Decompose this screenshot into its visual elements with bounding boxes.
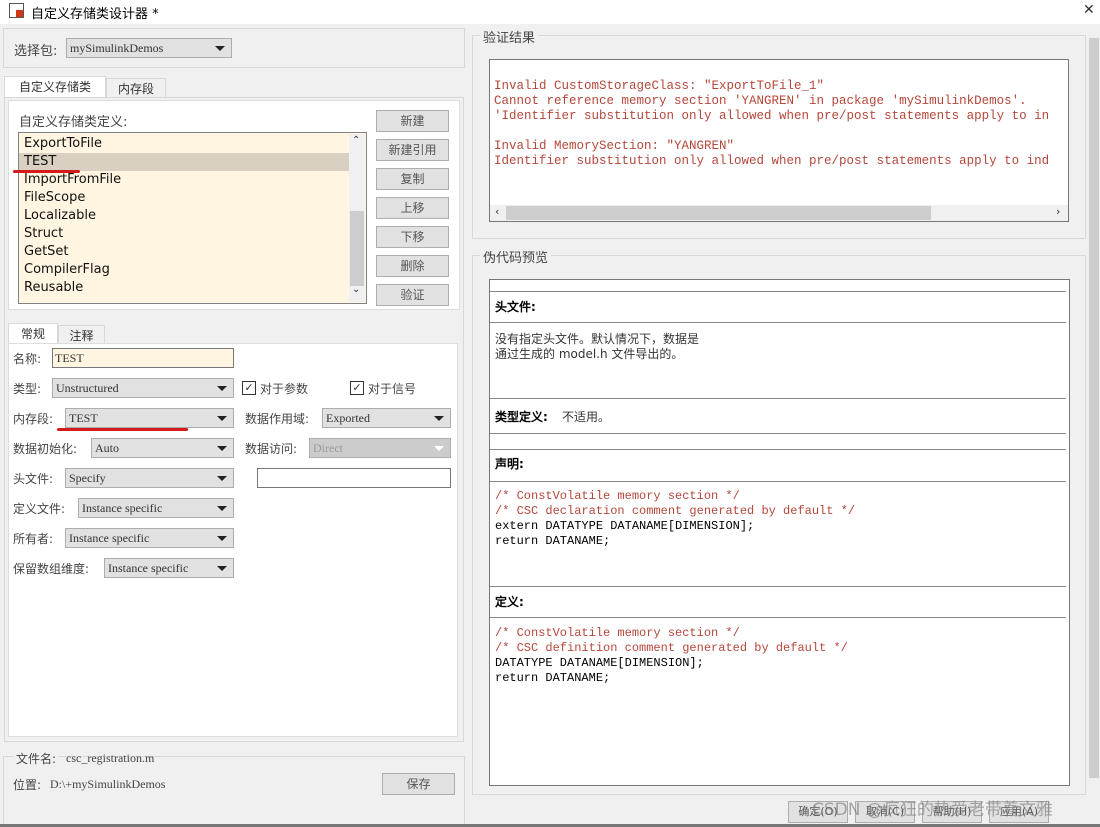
horizontal-scrollbar[interactable]: ‹ › [490, 205, 1068, 221]
typedef-section-title: 类型定义: [495, 410, 548, 424]
validation-line: Invalid CustomStorageClass: "ExportToFil… [494, 79, 825, 93]
csc-button-0[interactable]: 新建 [376, 110, 449, 132]
for-params-checkbox[interactable]: ✓ [242, 381, 256, 395]
header-select[interactable]: Specify [65, 468, 234, 488]
scope-label: 数据作用域: [245, 412, 310, 426]
list-item[interactable]: Struct [19, 225, 349, 243]
header-file-input[interactable] [257, 468, 451, 488]
for-params-label: 对于参数 [260, 382, 309, 396]
init-select[interactable]: Auto [91, 438, 234, 458]
chevron-right-icon[interactable]: › [1056, 205, 1060, 218]
deffile-label: 定义文件: [13, 502, 66, 516]
app-icon [9, 3, 24, 18]
for-signals-checkbox[interactable]: ✓ [350, 381, 364, 395]
validation-line: Identifier substitution only allowed whe… [494, 154, 1050, 168]
divider [490, 433, 1066, 434]
divider [490, 617, 1066, 618]
chevron-left-icon[interactable]: ‹ [495, 205, 499, 218]
annotation-underline [57, 428, 188, 431]
owner-label: 所有者: [13, 532, 54, 546]
scroll-thumb[interactable] [506, 206, 931, 220]
validation-title: 验证结果 [480, 27, 539, 46]
owner-select[interactable]: Instance specific [65, 528, 234, 548]
scroll-thumb[interactable] [1089, 38, 1099, 778]
save-button[interactable]: 保存 [382, 773, 455, 795]
location-label: 位置: [13, 778, 42, 792]
chevron-down-icon[interactable]: ⌄ [352, 284, 360, 295]
validation-line: Cannot reference memory section 'YANGREN… [494, 94, 1027, 108]
divider [490, 449, 1066, 450]
filename-label: 文件名: [14, 750, 59, 767]
tab-custom-storage-class[interactable]: 自定义存储类 [4, 76, 106, 98]
decl-code: extern DATATYPE DATANAME[DIMENSION]; ret… [495, 519, 755, 548]
list-item[interactable]: CompilerFlag [19, 261, 349, 279]
name-input[interactable]: TEST [52, 348, 234, 368]
divider [490, 586, 1066, 587]
scrollbar[interactable]: ⌃ ⌄ [349, 134, 365, 302]
dims-select[interactable]: Instance specific [104, 558, 234, 578]
location-value: D:\+mySimulinkDemos [50, 777, 166, 791]
list-item[interactable]: ExportToFile [19, 135, 349, 153]
typedef-section-text: 不适用。 [562, 410, 611, 424]
csc-button-6[interactable]: 验证 [376, 284, 449, 306]
name-label: 名称: [13, 352, 42, 366]
def-code: DATATYPE DATANAME[DIMENSION]; return DAT… [495, 656, 704, 685]
memsec-select[interactable]: TEST [65, 408, 234, 428]
csc-label: 自定义存储类定义: [19, 115, 128, 130]
csc-button-1[interactable]: 新建引用 [376, 139, 449, 161]
divider [490, 481, 1066, 482]
list-item[interactable]: Localizable [19, 207, 349, 225]
csc-button-2[interactable]: 复制 [376, 168, 449, 190]
header-section-text: 没有指定头文件。默认情况下，数据是 通过生成的 model.h 文件导出的。 [495, 332, 700, 361]
window-title: 自定义存储类设计器 * [31, 7, 159, 22]
divider [490, 291, 1066, 292]
title-bar: 自定义存储类设计器 * ✕ [0, 0, 1100, 24]
decl-comment: /* ConstVolatile memory section */ /* CS… [495, 489, 856, 518]
csc-button-5[interactable]: 删除 [376, 255, 449, 277]
for-signals-label: 对于信号 [368, 382, 417, 396]
def-comment: /* ConstVolatile memory section */ /* CS… [495, 626, 848, 655]
memsec-label: 内存段: [13, 412, 54, 426]
filename-value: csc_registration.m [66, 751, 155, 765]
type-select[interactable]: Unstructured [52, 378, 234, 398]
list-item[interactable]: Reusable [19, 279, 349, 297]
close-icon[interactable]: ✕ [1083, 2, 1095, 18]
dims-label: 保留数组维度: [13, 562, 90, 576]
validation-line: Invalid MemorySection: "YANGREN" [494, 139, 735, 153]
validation-output: Invalid CustomStorageClass: "ExportToFil… [489, 59, 1069, 222]
validation-line: 'Identifier substitution only allowed wh… [494, 109, 1050, 123]
access-select[interactable]: Direct [309, 438, 451, 458]
type-label: 类型: [13, 382, 42, 396]
header-label: 头文件: [13, 472, 54, 486]
divider [490, 398, 1066, 399]
scope-select[interactable]: Exported [322, 408, 451, 428]
tab-general[interactable]: 常规 [8, 323, 58, 345]
package-select[interactable]: mySimulinkDemos [66, 38, 232, 58]
list-item[interactable]: FileScope [19, 189, 349, 207]
validation-line [494, 124, 1049, 139]
list-item[interactable]: ImportFromFile [19, 171, 349, 189]
def-section-title: 定义: [495, 595, 524, 609]
watermark: CSDN @疯狂的热爱老带着文雅 [812, 800, 1053, 820]
divider [490, 322, 1066, 323]
access-label: 数据访问: [245, 442, 298, 456]
window-scrollbar[interactable] [1088, 24, 1100, 794]
deffile-select[interactable]: Instance specific [78, 498, 234, 518]
csc-button-3[interactable]: 上移 [376, 197, 449, 219]
header-section-title: 头文件: [495, 300, 536, 314]
list-item[interactable]: GetSet [19, 243, 349, 261]
decl-section-title: 声明: [495, 457, 524, 471]
package-label: 选择包: [14, 44, 58, 59]
preview-title: 伪代码预览 [480, 247, 552, 266]
list-item[interactable]: TEST [19, 153, 349, 171]
chevron-up-icon[interactable]: ⌃ [352, 135, 360, 146]
tab-memory-section[interactable]: 内存段 [106, 78, 166, 99]
csc-button-4[interactable]: 下移 [376, 226, 449, 248]
init-label: 数据初始化: [13, 442, 78, 456]
annotation-underline [13, 170, 80, 173]
scroll-thumb[interactable] [350, 211, 364, 286]
csc-list[interactable]: ExportToFile TEST ImportFromFile FileScope L… [18, 132, 367, 304]
